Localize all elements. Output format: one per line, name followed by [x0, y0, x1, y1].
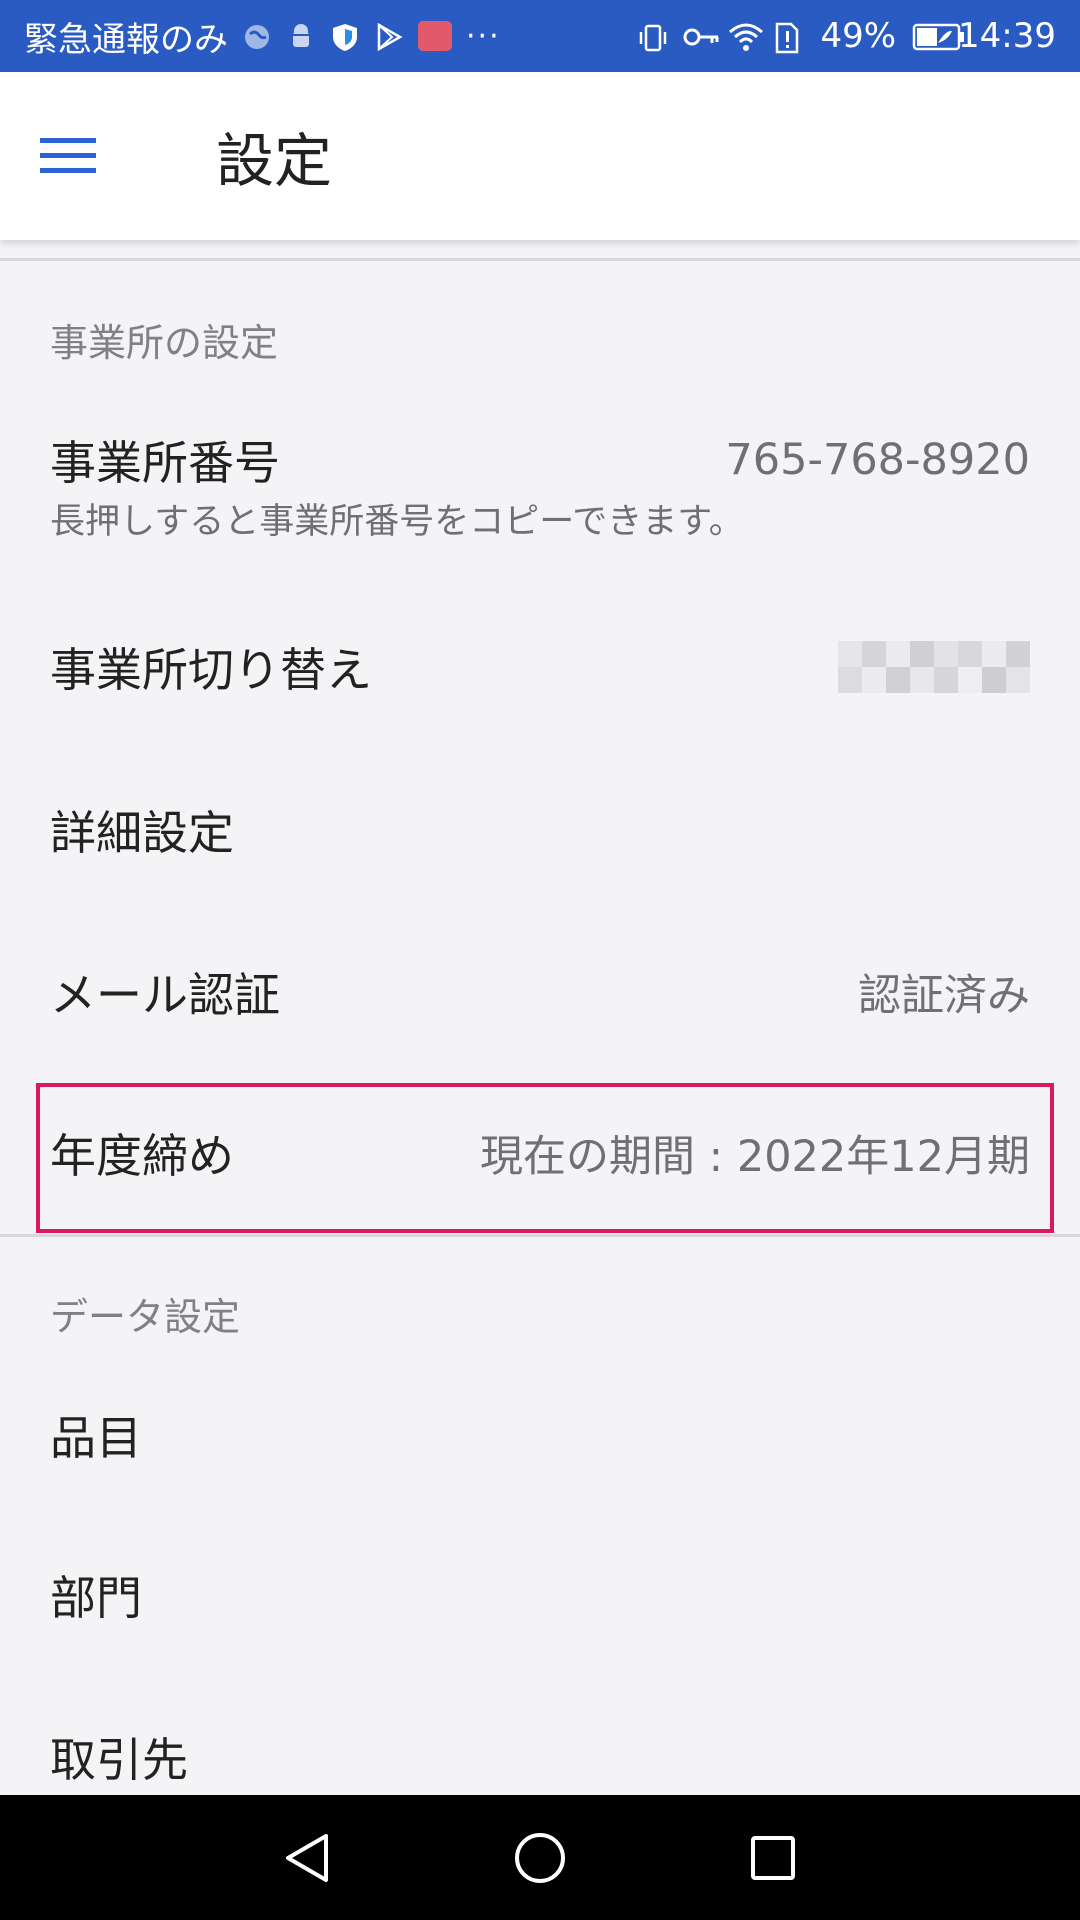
globe-icon: [242, 21, 272, 51]
play-store-icon: [374, 21, 404, 52]
home-button[interactable]: [490, 1808, 590, 1908]
departments-label: 部門: [50, 1571, 142, 1625]
back-triangle-icon: [285, 1833, 328, 1882]
clock: 14:39: [958, 16, 1056, 56]
office-name-redacted: [838, 641, 1030, 693]
vpn-key-icon: [682, 21, 719, 51]
office-number-value: 765-768-8920: [725, 435, 1030, 485]
page-title: 設定: [216, 127, 333, 195]
shield-icon: [330, 21, 360, 51]
sim-alert-icon: [774, 21, 804, 54]
email-verification-row[interactable]: メール認証 認証済み: [0, 957, 1080, 1027]
battery-icon: [912, 21, 965, 51]
recents-square-icon: [751, 1835, 796, 1880]
wifi-icon: [728, 21, 764, 51]
email-verification-label: メール認証: [50, 968, 280, 1022]
huawei-icon: [418, 21, 452, 51]
vibrate-icon: [636, 21, 667, 52]
office-switch-row[interactable]: 事業所切り替え: [0, 632, 1080, 702]
status-bar: 緊急通報のみ ··· 49% 14:39: [0, 0, 1080, 72]
office-switch-label: 事業所切り替え: [50, 643, 372, 697]
partners-label: 取引先: [50, 1733, 188, 1787]
carrier-text: 緊急通報のみ: [24, 19, 228, 60]
home-circle-icon: [514, 1832, 565, 1883]
app-bar: 設定: [0, 72, 1080, 240]
back-button[interactable]: [257, 1808, 357, 1908]
battery-percent: 49%: [820, 16, 897, 56]
items-row[interactable]: 品目: [0, 1400, 1080, 1470]
partners-row[interactable]: 取引先: [0, 1722, 1080, 1792]
fiscal-year-close-label: 年度締め: [50, 1129, 234, 1183]
navigation-bar: [0, 1795, 1080, 1920]
advanced-settings-row[interactable]: 詳細設定: [0, 795, 1080, 865]
departments-row[interactable]: 部門: [0, 1560, 1080, 1630]
office-number-row[interactable]: 事業所番号 765-768-8920: [0, 425, 1080, 495]
office-number-label: 事業所番号: [50, 436, 280, 490]
current-period-value: 現在の期間 : 2022年12月期: [480, 1132, 1030, 1182]
more-notifications-icon: ···: [466, 18, 501, 54]
recents-button[interactable]: [723, 1808, 823, 1908]
menu-button[interactable]: [40, 106, 150, 206]
hamburger-menu-icon: [40, 138, 96, 173]
section-divider: [0, 1234, 1080, 1237]
office-number-hint: 長押しすると事業所番号をコピーできます。: [50, 502, 744, 542]
email-verification-status: 認証済み: [858, 971, 1030, 1021]
fiscal-year-close-row[interactable]: 年度締め 現在の期間 : 2022年12月期: [0, 1118, 1080, 1188]
items-label: 品目: [50, 1411, 142, 1465]
advanced-settings-label: 詳細設定: [50, 806, 234, 860]
divider: [0, 258, 1080, 261]
section-header-data: データ設定: [50, 1295, 241, 1339]
section-header-office: 事業所の設定: [50, 321, 279, 365]
android-icon: [286, 21, 316, 51]
